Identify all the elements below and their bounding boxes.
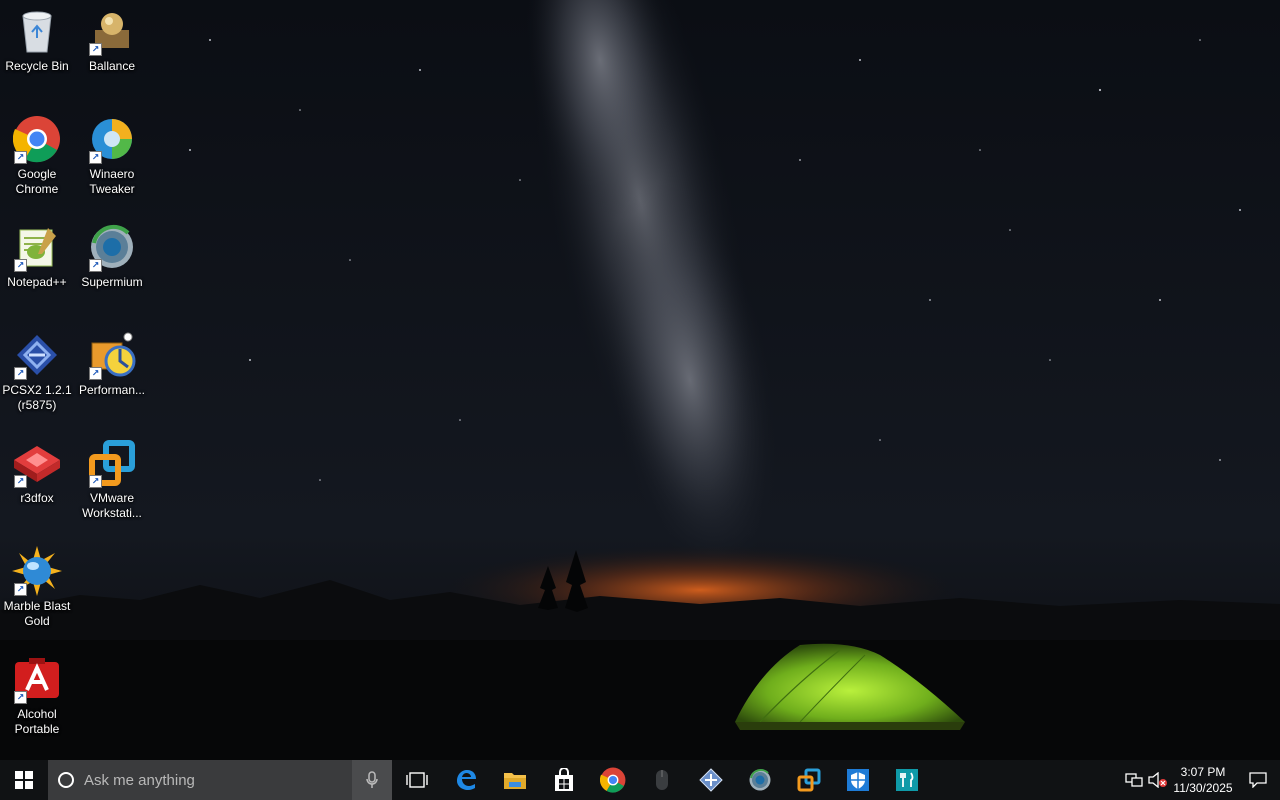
chrome-icon: ↗ <box>12 114 62 164</box>
edge-icon <box>456 770 476 790</box>
desktop-icon-label: VMware Workstati... <box>82 491 142 520</box>
desktop-icon-label: Notepad++ <box>7 275 67 289</box>
desktop-icon-marble-blast-gold[interactable]: ↗ Marble Blast Gold <box>0 546 74 629</box>
notepad-plus-plus-icon: ↗ <box>12 222 62 272</box>
network-icon <box>1125 773 1143 787</box>
desktop-icon-label: Marble Blast Gold <box>3 599 71 628</box>
search-input[interactable] <box>82 770 326 790</box>
performance-icon: ↗ <box>87 330 137 380</box>
taskbar-supermium[interactable] <box>735 760 784 800</box>
desktop-icon-label: PCSX2 1.2.1 (r5875) <box>2 383 72 412</box>
desktop-icon-ballance[interactable]: ↗ Ballance <box>75 6 149 74</box>
start-button[interactable] <box>0 760 48 800</box>
supermium-icon <box>749 768 770 791</box>
taskbar-clock[interactable]: 3:07 PM 11/30/2025 <box>1170 764 1236 796</box>
recycle-bin-icon <box>12 6 62 56</box>
desktop-icon-pcsx2[interactable]: ↗ PCSX2 1.2.1 (r5875) <box>0 330 74 413</box>
desktop-wallpaper <box>0 0 1280 760</box>
shortcut-arrow-icon: ↗ <box>89 259 102 272</box>
desktop-icon-label: r3dfox <box>20 491 54 505</box>
desktop-icon-label: Winaero Tweaker <box>89 167 135 196</box>
supermium-icon: ↗ <box>87 222 137 272</box>
desktop-icon-performance[interactable]: ↗ Performan... <box>75 330 149 398</box>
microphone-button[interactable] <box>352 760 392 800</box>
taskbar-mouse-app[interactable] <box>637 760 686 800</box>
desktop-icon-supermium[interactable]: ↗ Supermium <box>75 222 149 290</box>
marble-blast-icon: ↗ <box>12 546 62 596</box>
chrome-icon <box>599 767 625 793</box>
desktop-icon-label: Alcohol Portable <box>14 707 60 736</box>
taskbar-file-explorer[interactable] <box>490 760 539 800</box>
network-app-icon <box>698 768 723 792</box>
taskbar-store[interactable] <box>539 760 588 800</box>
desktop-icon-r3dfox[interactable]: ↗ r3dfox <box>0 438 74 506</box>
vmware-icon: ↗ <box>87 438 137 488</box>
taskbar-edge[interactable] <box>441 760 490 800</box>
alcohol-portable-icon: ↗ <box>12 654 62 704</box>
volume-muted-icon <box>1148 772 1167 788</box>
cortana-search-box[interactable] <box>48 760 352 800</box>
task-view-button[interactable] <box>392 760 441 800</box>
taskbar-network-app[interactable] <box>686 760 735 800</box>
desktop-icon-vmware[interactable]: ↗ VMware Workstati... <box>75 438 149 521</box>
shortcut-arrow-icon: ↗ <box>89 43 102 56</box>
shortcut-arrow-icon: ↗ <box>89 475 102 488</box>
shortcut-arrow-icon: ↗ <box>89 151 102 164</box>
taskbar-tool-app[interactable] <box>882 760 931 800</box>
desktop-icon-recycle-bin[interactable]: Recycle Bin <box>0 6 74 74</box>
security-icon <box>846 769 869 791</box>
microphone-icon <box>366 771 378 788</box>
desktop-icon-label: Ballance <box>88 59 136 73</box>
desktop-icon-google-chrome[interactable]: ↗ Google Chrome <box>0 114 74 197</box>
task-view-icon <box>405 772 428 788</box>
shortcut-arrow-icon: ↗ <box>14 475 27 488</box>
r3dfox-icon: ↗ <box>12 438 62 488</box>
taskbar-chrome[interactable] <box>588 760 637 800</box>
taskbar: 3:07 PM 11/30/2025 <box>0 760 1280 800</box>
store-icon <box>554 768 573 791</box>
clock-time: 3:07 PM <box>1180 765 1226 779</box>
winaero-tweaker-icon: ↗ <box>87 114 137 164</box>
clock-date: 11/30/2025 <box>1173 781 1233 795</box>
system-tray: 3:07 PM 11/30/2025 <box>1122 760 1280 800</box>
taskbar-security-app[interactable] <box>833 760 882 800</box>
shortcut-arrow-icon: ↗ <box>14 151 27 164</box>
taskbar-vmware[interactable] <box>784 760 833 800</box>
cortana-icon <box>58 772 74 788</box>
desktop-icon-label: Google Chrome <box>15 167 59 196</box>
desktop-icon-winaero-tweaker[interactable]: ↗ Winaero Tweaker <box>75 114 149 197</box>
desktop-icon-notepad-plus-plus[interactable]: ↗ Notepad++ <box>0 222 74 290</box>
pcsx2-icon: ↗ <box>12 330 62 380</box>
notification-icon <box>1249 772 1267 788</box>
vmware-icon <box>797 768 820 792</box>
shortcut-arrow-icon: ↗ <box>14 259 27 272</box>
shortcut-arrow-icon: ↗ <box>14 583 27 596</box>
desktop-icon-label: Recycle Bin <box>5 59 69 73</box>
windows-logo-icon <box>15 771 33 789</box>
tray-network[interactable] <box>1122 760 1146 800</box>
tool-icon <box>895 769 918 791</box>
tray-volume[interactable] <box>1146 760 1170 800</box>
file-explorer-icon <box>503 773 526 789</box>
mouse-icon <box>655 770 668 790</box>
action-center-button[interactable] <box>1236 760 1280 800</box>
desktop-icon-alcohol-portable[interactable]: ↗ Alcohol Portable <box>0 654 74 737</box>
shortcut-arrow-icon: ↗ <box>14 691 27 704</box>
shortcut-arrow-icon: ↗ <box>89 367 102 380</box>
desktop-icon-label: Performan... <box>78 383 146 397</box>
desktop-icon-label: Supermium <box>81 275 143 289</box>
ballance-icon: ↗ <box>87 6 137 56</box>
shortcut-arrow-icon: ↗ <box>14 367 27 380</box>
